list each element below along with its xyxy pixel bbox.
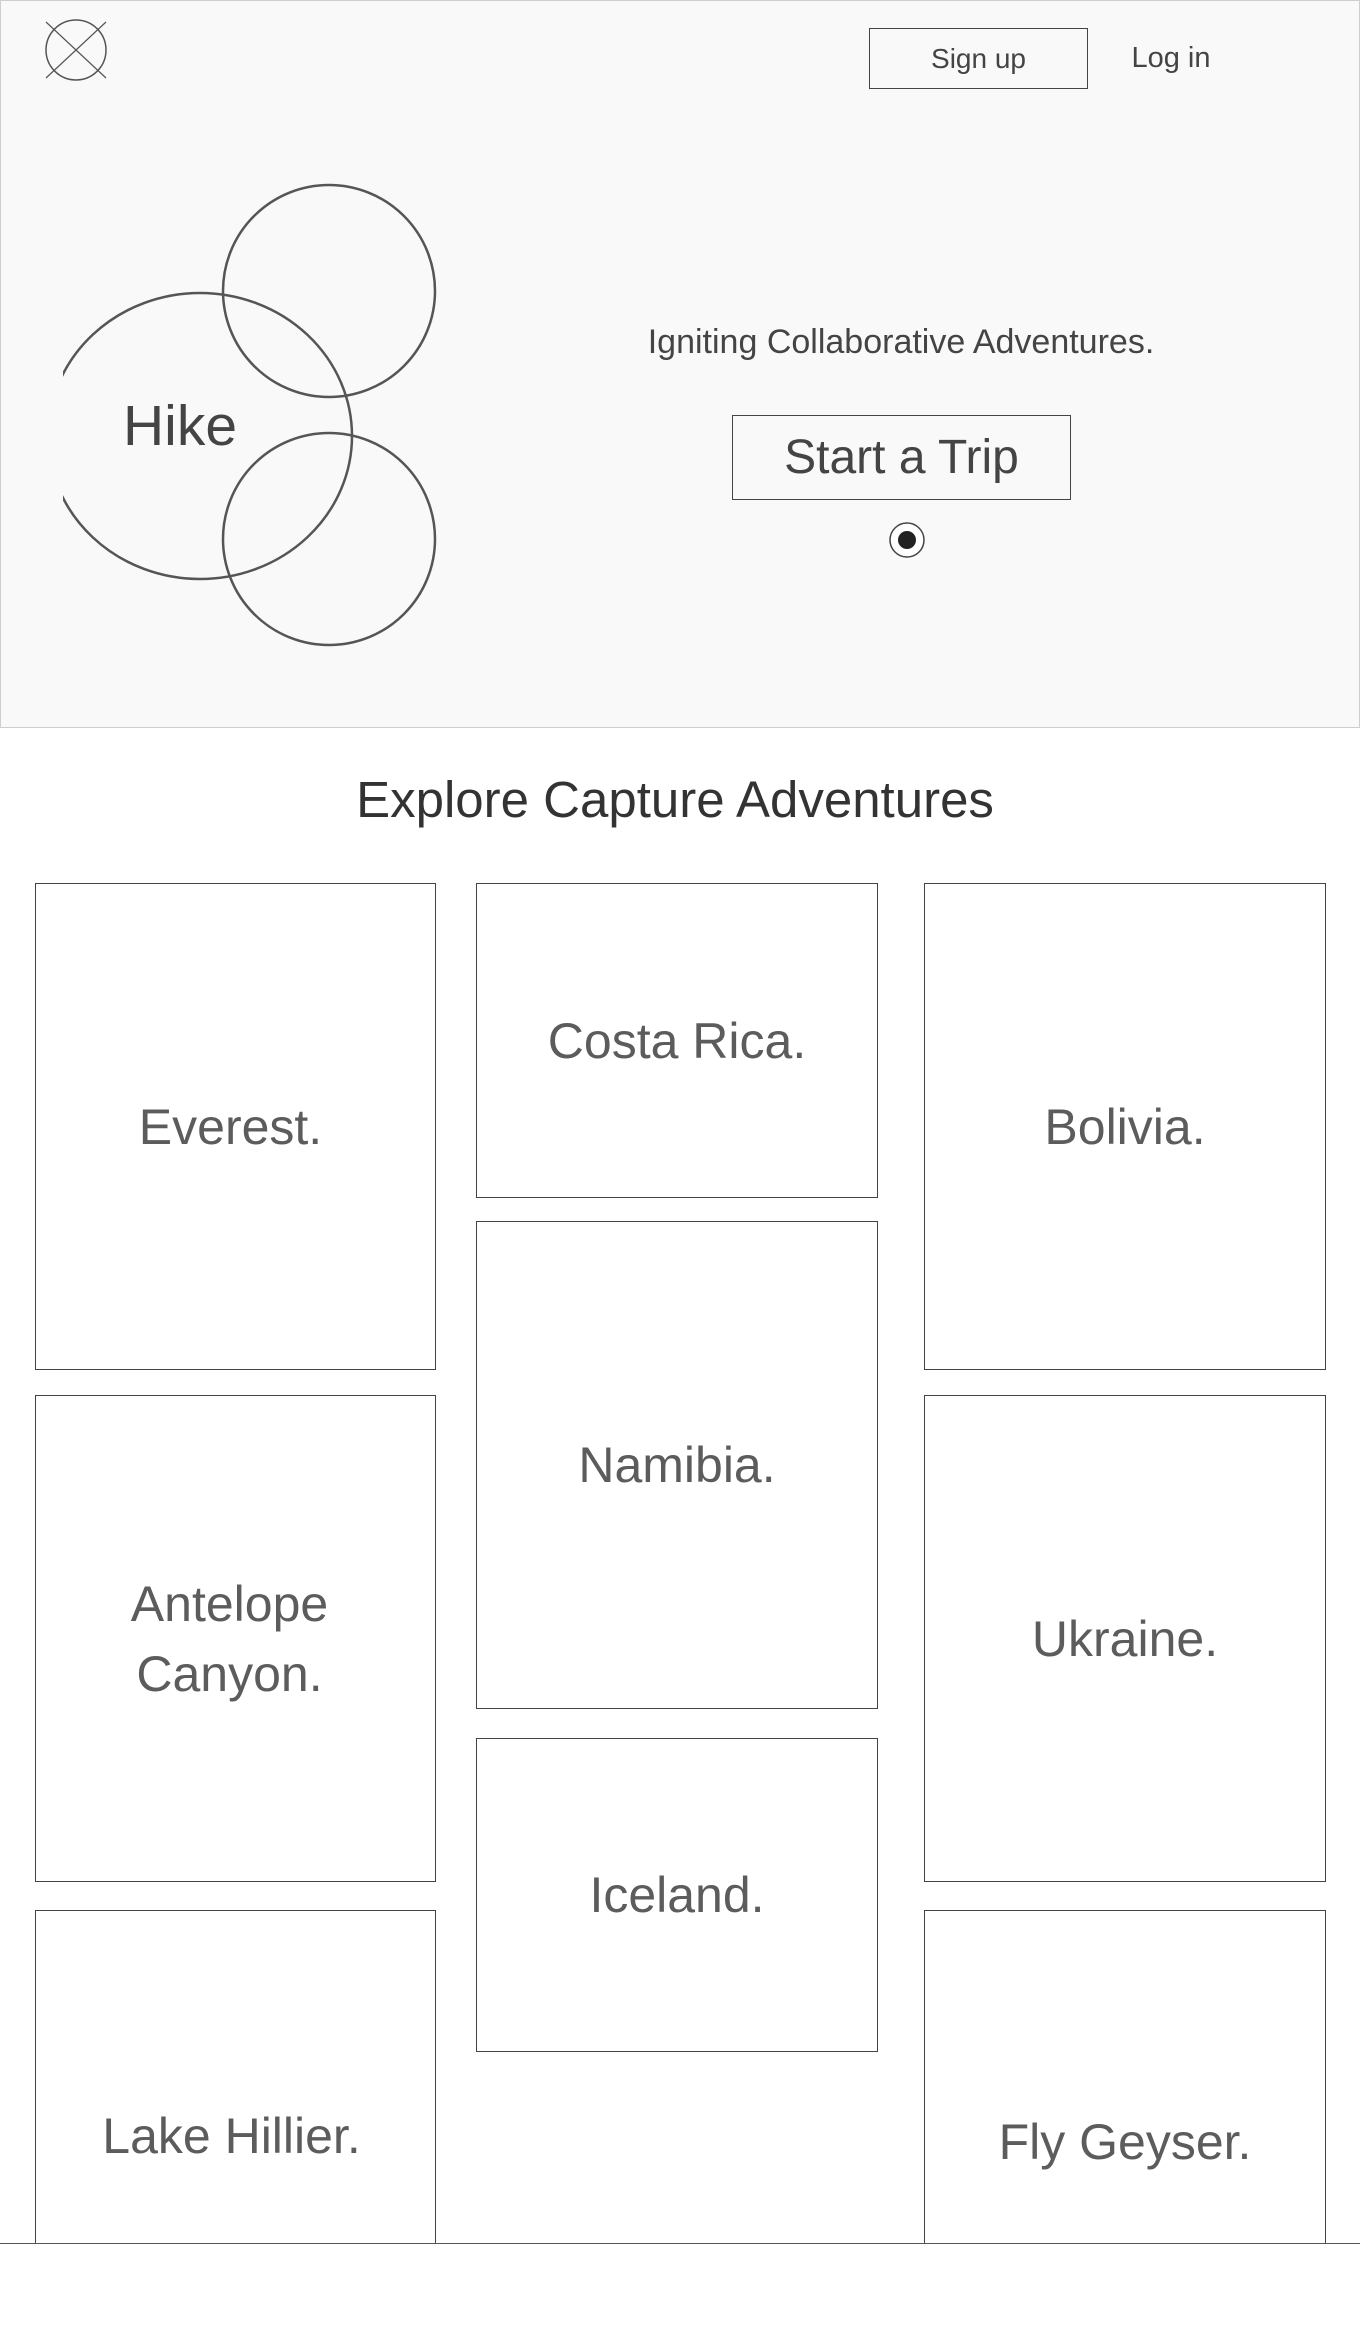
hero-tagline: Igniting Collaborative Adventures. — [647, 323, 1155, 361]
destination-card-antelope-canyon[interactable]: Antelope Canyon. — [35, 1395, 436, 1882]
radio-selected-icon[interactable] — [888, 521, 926, 559]
destination-card-label: Namibia. — [578, 1437, 776, 1493]
destination-card-label: Everest. — [138, 1098, 323, 1155]
signup-button[interactable]: Sign up — [869, 28, 1088, 89]
footer — [0, 2243, 1360, 2351]
destination-card-namibia[interactable]: Namibia. — [476, 1221, 878, 1709]
destination-card-label: Iceland. — [589, 1867, 765, 1923]
brand-logo: Hike — [46, 181, 453, 649]
logo-placeholder-icon[interactable] — [41, 19, 111, 81]
destination-card-iceland[interactable]: Iceland. — [476, 1738, 878, 2052]
brand-text: Hike — [123, 394, 237, 458]
destination-card-label: Fly Geyser. — [998, 2114, 1252, 2170]
hero-section: Sign up Log in Hike Igniting Collaborati… — [0, 0, 1360, 728]
destination-card-bolivia[interactable]: Bolivia. — [924, 883, 1326, 1370]
destination-card-everest[interactable]: Everest. — [35, 883, 436, 1370]
start-trip-button[interactable]: Start a Trip — [732, 415, 1071, 500]
section-title: Explore Capture Adventures — [356, 771, 994, 828]
destination-card-label: Bolivia. — [1044, 1098, 1206, 1155]
destination-card-label: Antelope Canyon. — [130, 1575, 329, 1702]
destination-card-fly-geyser[interactable]: Fly Geyser. — [924, 1910, 1326, 2255]
destination-card-ukraine[interactable]: Ukraine. — [924, 1395, 1326, 1882]
destination-card-label: Lake Hillier. — [102, 2108, 361, 2164]
destination-card-label: Costa Rica. — [547, 1012, 807, 1069]
destination-card-costa-rica[interactable]: Costa Rica. — [476, 883, 878, 1198]
login-link[interactable]: Log in — [1091, 28, 1251, 89]
destination-card-label: Ukraine. — [1031, 1610, 1219, 1667]
destination-card-lake-hillier[interactable]: Lake Hillier. — [35, 1910, 436, 2255]
